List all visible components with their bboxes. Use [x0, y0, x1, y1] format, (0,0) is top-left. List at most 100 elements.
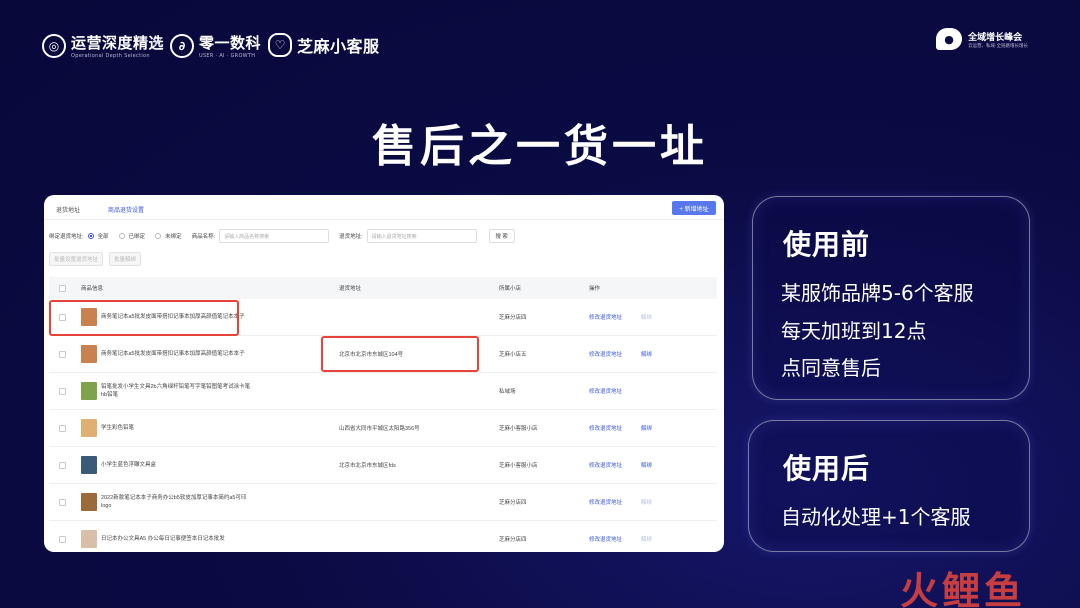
partner-separator: × — [152, 36, 163, 51]
tab-bar: 退货地址 商品退货设置 — [54, 203, 147, 220]
radio-all[interactable] — [87, 233, 94, 239]
unbind-link[interactable]: 解绑 — [641, 299, 652, 335]
shop-name: 芝麻小客服小店 — [499, 463, 538, 469]
edit-address-link[interactable]: 修改退货地址 — [589, 410, 622, 446]
row-checkbox[interactable] — [59, 387, 66, 395]
after-line-1: 自动化处理+1个客服 — [781, 505, 971, 529]
zhima-logo-text: 芝麻小客服 — [297, 37, 380, 56]
table-row: 学生彩色铅笔 山西省大同市平城区太阳路356号 芝麻小客服小店 修改退货地址 解绑 — [49, 410, 717, 447]
edit-address-link[interactable]: 修改退货地址 — [589, 299, 622, 335]
product-name: 学生彩色铅笔 — [101, 424, 135, 431]
logo-yunying: ◎ 运营深度精选 Operational Depth Selection — [42, 32, 164, 59]
tab-product-return-settings[interactable]: 商品退货设置 — [106, 203, 147, 220]
product-thumbnail — [81, 382, 97, 400]
top-bar: ◎ 运营深度精选 Operational Depth Selection × ∂… — [0, 0, 1080, 80]
yunying-logo-icon: ◎ — [42, 33, 66, 58]
edit-address-link[interactable]: 修改退货地址 — [589, 447, 622, 483]
table-row: 小学生蓝色浮雕文具盒 北京市北京市东城区fds 芝麻小客服小店 修改退货地址 解绑 — [49, 447, 717, 484]
highlight-return-address — [321, 336, 479, 372]
product-name-label: 商品名称: — [191, 234, 216, 240]
table-row: 日记本办公文具A5 办公每日记事便签本日记本批发 芝麻分店四 修改退货地址 解绑 — [49, 521, 717, 552]
zhima-logo-icon: ♡ — [268, 33, 292, 57]
select-all-checkbox[interactable] — [59, 284, 66, 292]
column-shop: 所属小店 — [499, 286, 522, 292]
row-checkbox[interactable] — [59, 350, 66, 358]
product-search-input[interactable]: 请输入商品名称搜索 — [219, 229, 330, 243]
table-header: 商品信息 退货地址 所属小店 操作 — [49, 277, 717, 299]
lingyi-logo-text: 零一数科 — [199, 34, 262, 52]
edit-address-link[interactable]: 修改退货地址 — [589, 521, 622, 552]
logo-zhima: ♡ 芝麻小客服 — [268, 33, 380, 57]
radio-unbound-label: 未绑定 — [165, 234, 182, 240]
shop-name: 芝麻分店四 — [499, 537, 527, 543]
before-line-3: 点同意售后 — [781, 356, 881, 380]
summit-logo: ● 全域增长峰会 云运营、私域·全链路增长增长 — [936, 28, 1028, 50]
product-thumbnail — [81, 530, 97, 548]
slide-title: 售后之一货一址 — [372, 121, 708, 172]
filter-bar: 绑定退货地址: 全部 已绑定 未绑定 商品名称: 请输入商品名称搜索 退货地址:… — [49, 229, 515, 243]
shop-name: 芝麻小客服小店 — [499, 426, 538, 432]
lingyi-logo-subtext: USER · AI · GROWTH — [199, 53, 256, 59]
highlight-unbound-product — [49, 300, 239, 336]
shop-name: 私域场 — [499, 389, 516, 395]
address-filter-label: 退货地址: — [339, 234, 363, 240]
after-card: 使用后 自动化处理+1个客服 — [748, 420, 1030, 552]
product-name: 2022新款笔记本本子商务办公b5软皮加厚记事本简约a5可印logo — [101, 494, 247, 509]
unbind-link[interactable]: 解绑 — [641, 521, 652, 552]
product-name: 商务笔记本a5批发皮面带搭扣记事本加厚高颜值笔记本本子 — [101, 350, 245, 357]
product-thumbnail — [81, 419, 97, 437]
add-address-button[interactable]: + 新增地址 — [672, 201, 716, 215]
batch-unbind-button[interactable]: 批量解绑 — [109, 252, 142, 266]
unbind-link[interactable]: 解绑 — [641, 336, 652, 372]
batch-actions: 批量设置退货地址 批量解绑 — [49, 252, 142, 266]
row-checkbox[interactable] — [59, 498, 66, 506]
lingyi-logo-icon: ∂ — [170, 33, 194, 58]
return-address: 北京市北京市东城区fds — [339, 463, 396, 469]
table-row: 铅笔批发小学生文具2b六角绿杆铅笔写字笔铅图笔考试涂卡笔hb铅笔 私域场 修改退货地… — [49, 373, 717, 410]
batch-set-address-button[interactable]: 批量设置退货地址 — [49, 252, 104, 266]
bind-filter-label: 绑定退货地址: — [49, 234, 84, 240]
radio-bound[interactable] — [118, 233, 125, 239]
product-thumbnail — [81, 345, 97, 363]
return-settings-screenshot: 退货地址 商品退货设置 + 新增地址 绑定退货地址: 全部 已绑定 未绑定 商品… — [44, 195, 724, 552]
yunying-logo-subtext: Operational Depth Selection — [71, 53, 150, 59]
edit-address-link[interactable]: 修改退货地址 — [589, 484, 622, 520]
product-thumbnail — [81, 456, 97, 474]
table-row: 2022新款笔记本本子商务办公b5软皮加厚记事本简约a5可印logo 芝麻分店四 修… — [49, 484, 717, 521]
summit-title: 全域增长峰会 — [968, 32, 1023, 43]
return-address: 山西省大同市平城区太阳路356号 — [339, 426, 420, 432]
unbind-link[interactable]: 解绑 — [641, 410, 652, 446]
product-name: 小学生蓝色浮雕文具盒 — [101, 461, 157, 468]
radio-bound-label: 已绑定 — [128, 234, 146, 240]
before-card: 使用前 某服饰品牌5-6个客服 每天加班到12点 点同意售后 — [752, 196, 1030, 400]
before-line-1: 某服饰品牌5-6个客服 — [781, 281, 974, 305]
product-name: 日记本办公文具A5 办公每日记事便签本日记本批发 — [101, 535, 225, 542]
search-button[interactable]: 搜 索 — [488, 229, 515, 243]
after-title: 使用后 — [783, 452, 871, 485]
address-search-input[interactable]: 请输入退货地址搜索 — [366, 229, 477, 243]
tab-return-address[interactable]: 退货地址 — [54, 203, 82, 220]
shop-name: 芝麻分店四 — [499, 315, 527, 321]
row-checkbox[interactable] — [59, 535, 66, 543]
row-checkbox[interactable] — [59, 461, 66, 469]
column-product-info: 商品信息 — [81, 286, 104, 292]
summit-logo-icon: ● — [936, 28, 963, 50]
summit-subtitle: 云运营、私域·全链路增长增长 — [968, 43, 1028, 49]
product-thumbnail — [81, 493, 97, 511]
column-actions: 操作 — [589, 286, 601, 292]
radio-all-label: 全部 — [97, 234, 109, 240]
column-return-address: 退货地址 — [339, 286, 362, 292]
radio-unbound[interactable] — [155, 233, 162, 239]
unbind-link[interactable]: 解绑 — [641, 484, 652, 520]
unbind-link[interactable]: 解绑 — [641, 447, 652, 483]
row-checkbox[interactable] — [59, 424, 66, 432]
edit-address-link[interactable]: 修改退货地址 — [589, 336, 622, 372]
edit-address-link[interactable]: 修改退货地址 — [589, 373, 622, 409]
yunying-logo-text: 运营深度精选 — [71, 34, 165, 52]
product-name: 铅笔批发小学生文具2b六角绿杆铅笔写字笔铅图笔考试涂卡笔hb铅笔 — [101, 383, 251, 398]
logo-lingyi: ∂ 零一数科 USER · AI · GROWTH — [170, 32, 261, 59]
before-line-2: 每天加班到12点 — [781, 319, 927, 343]
watermark-logo: 火鲤鱼 — [900, 569, 1027, 608]
tab-divider — [44, 219, 724, 220]
before-title: 使用前 — [783, 228, 871, 261]
